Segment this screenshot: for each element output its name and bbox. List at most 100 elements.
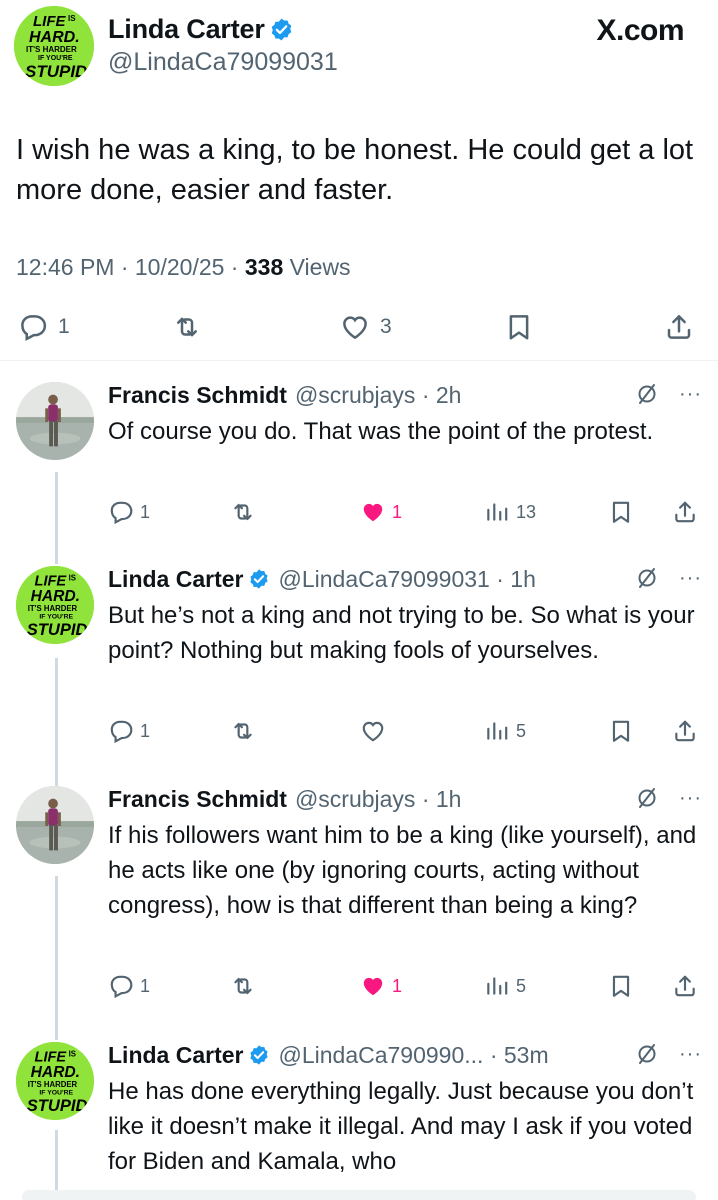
retweet-button[interactable]	[230, 715, 256, 747]
like-button[interactable]	[360, 715, 386, 747]
bookmark-button[interactable]	[608, 496, 634, 528]
reply-count: 1	[140, 501, 151, 522]
reply-button[interactable]: 1	[18, 310, 70, 344]
share-button[interactable]	[672, 970, 698, 1002]
tweet-meta: 12:46 PM · 10/20/25 · 338 Views	[16, 254, 351, 281]
retweet-button[interactable]	[230, 970, 256, 1002]
retweet-button[interactable]	[172, 310, 202, 344]
more-options-icon[interactable]: ···	[679, 788, 702, 808]
verified-badge-icon	[248, 568, 270, 590]
reply-icon	[108, 718, 134, 744]
thread-line	[55, 876, 58, 1040]
avatar[interactable]	[16, 1042, 94, 1120]
views-button[interactable]: 13	[484, 496, 536, 528]
main-tweet-actions: 1 3	[0, 300, 718, 354]
reply-tools: ···	[635, 566, 702, 590]
more-options-icon[interactable]: ···	[679, 1044, 702, 1064]
reply-button[interactable]: 1	[108, 715, 150, 747]
profile-photo-icon	[16, 382, 94, 460]
bookmark-button[interactable]	[608, 970, 634, 1002]
views-button[interactable]: 5	[484, 715, 526, 747]
like-button[interactable]: 3	[340, 310, 392, 344]
reply-actions: 1 1 5	[0, 970, 718, 1002]
reply-count: 1	[58, 315, 70, 338]
views-button[interactable]: 5	[484, 970, 526, 1002]
share-icon	[672, 973, 698, 999]
share-icon	[672, 499, 698, 525]
author-name[interactable]: Francis Schmidt	[108, 382, 287, 409]
avatar[interactable]	[14, 6, 94, 86]
author-name[interactable]: Linda Carter	[108, 14, 294, 45]
reply-icon	[18, 312, 48, 342]
no-entry-icon[interactable]	[635, 786, 659, 810]
more-options-icon[interactable]: ···	[679, 568, 702, 588]
no-entry-icon[interactable]	[635, 382, 659, 406]
no-entry-icon[interactable]	[635, 1042, 659, 1066]
retweet-icon	[230, 499, 256, 525]
share-button[interactable]	[672, 496, 698, 528]
like-count: 1	[392, 975, 403, 996]
author-handle[interactable]: @LindaCa79099031	[108, 48, 338, 77]
share-button[interactable]	[672, 715, 698, 747]
author-handle[interactable]: @LindaCa79099031 · 1h	[278, 566, 535, 593]
retweet-button[interactable]	[230, 496, 256, 528]
author-name[interactable]: Linda Carter	[108, 1042, 243, 1069]
reply-header: Francis Schmidt @scrubjays · 2h	[108, 380, 461, 410]
avatar[interactable]	[16, 566, 94, 644]
author-name[interactable]: Linda Carter	[108, 566, 243, 593]
main-tweet-header: Linda Carter @LindaCa79099031 X.com	[0, 0, 718, 92]
views-icon	[484, 718, 510, 744]
life-is-hard-logo-icon	[16, 1042, 94, 1120]
reply-actions: 1 1 13	[0, 496, 718, 528]
divider	[0, 360, 718, 361]
views-icon	[484, 973, 510, 999]
reply-header: Linda Carter @LindaCa790990... · 53m	[108, 1040, 549, 1070]
heart-filled-icon	[360, 973, 386, 999]
like-count: 3	[380, 315, 392, 338]
author-handle[interactable]: @scrubjays · 2h	[295, 382, 462, 409]
site-label: X.com	[596, 14, 684, 47]
author-name-label[interactable]: Linda Carter	[108, 14, 265, 44]
reply-icon	[108, 499, 134, 525]
reply-text: If his followers want him to be a king (…	[108, 822, 697, 919]
reply-icon	[108, 973, 134, 999]
reply-button[interactable]: 1	[108, 496, 150, 528]
life-is-hard-logo-icon	[14, 6, 94, 86]
reply-text: He has done everything legally. Just bec…	[108, 1078, 694, 1175]
views-icon	[484, 499, 510, 525]
author-handle[interactable]: @LindaCa790990... · 53m	[278, 1042, 548, 1069]
life-is-hard-logo-icon	[16, 566, 94, 644]
share-button[interactable]	[664, 310, 694, 344]
avatar[interactable]	[16, 786, 94, 864]
reply-header: Francis Schmidt @scrubjays · 1h	[108, 784, 461, 814]
like-button[interactable]: 1	[360, 970, 402, 1002]
reply-composer-bar[interactable]	[22, 1190, 696, 1200]
no-entry-icon[interactable]	[635, 566, 659, 590]
verified-badge-icon	[248, 1044, 270, 1066]
more-options-icon[interactable]: ···	[679, 384, 702, 404]
heart-icon	[340, 312, 370, 342]
reply-count: 1	[140, 975, 151, 996]
verified-badge-icon	[269, 17, 294, 42]
bookmark-button[interactable]	[504, 310, 534, 344]
retweet-icon	[172, 312, 202, 342]
tweet-text: I wish he was a king, to be honest. He c…	[16, 134, 694, 206]
author-name[interactable]: Francis Schmidt	[108, 786, 287, 813]
bookmark-icon	[608, 973, 634, 999]
tweet-timestamp[interactable]: 12:46 PM · 10/20/25 ·	[16, 254, 245, 280]
reply-tools: ···	[635, 786, 702, 810]
author-handle[interactable]: @scrubjays · 1h	[295, 786, 462, 813]
bookmark-button[interactable]	[608, 715, 634, 747]
reply-text: But he’s not a king and not trying to be…	[108, 602, 695, 664]
share-icon	[664, 312, 694, 342]
avatar[interactable]	[16, 382, 94, 460]
bookmark-icon	[504, 312, 534, 342]
views-count: 13	[516, 501, 537, 522]
reply-actions: 1 5	[0, 715, 718, 747]
like-count: 1	[392, 501, 403, 522]
reply-button[interactable]: 1	[108, 970, 150, 1002]
reply-text: Of course you do. That was the point of …	[108, 418, 654, 445]
reply-tools: ···	[635, 382, 702, 406]
views-count: 5	[516, 720, 527, 741]
like-button[interactable]: 1	[360, 496, 402, 528]
